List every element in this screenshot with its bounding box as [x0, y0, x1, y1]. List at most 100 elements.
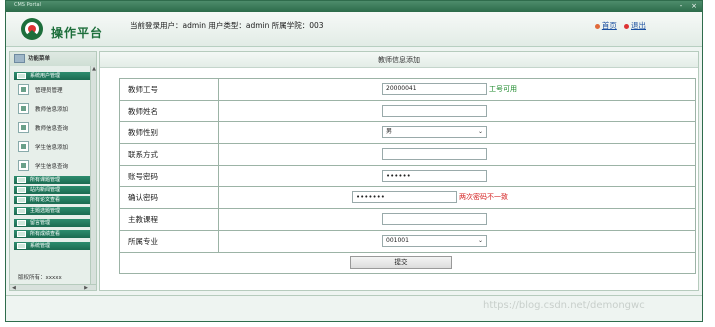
logo: 操作平台 — [14, 17, 122, 43]
sidebar-item-teacher-query[interactable]: 教师信息查询 — [18, 121, 92, 135]
sidebar-scrollbar[interactable]: ▲ ▼ — [90, 66, 96, 290]
contact-input[interactable] — [382, 148, 487, 161]
group-label: 系统用户管理 — [30, 73, 61, 79]
teacher-name-input[interactable] — [382, 104, 487, 117]
group-label: 所有成绩查看 — [30, 231, 61, 237]
sidebar-title: 功能菜单 — [28, 56, 51, 62]
item-label: 管理员管理 — [35, 88, 63, 94]
field-label: 所属专业 — [119, 229, 219, 253]
group-label: 主题选题管理 — [30, 208, 61, 214]
scroll-left-icon[interactable]: ◀ — [12, 285, 16, 291]
gender-select[interactable]: 男 ⌄ — [382, 126, 487, 139]
sidebar-item-student-add[interactable]: 学生信息添加 — [18, 140, 92, 154]
submit-button[interactable]: 提交 — [350, 255, 452, 269]
scroll-up-icon[interactable]: ▲ — [91, 66, 97, 72]
window-title: CMS Portal — [14, 2, 41, 8]
teacher-id-input[interactable]: 20000041 — [382, 83, 487, 95]
sidebar-h-scrollbar[interactable]: ◀ ▶ — [10, 284, 96, 291]
form-row-submit: 提交 — [119, 251, 696, 274]
top-links: 首页 退出 — [594, 20, 646, 31]
menu-icon — [14, 54, 25, 63]
login-info: 当前登录用户：admin 用户类型：admin 所属学院：003 — [130, 21, 324, 30]
folder-icon — [17, 73, 26, 79]
folder-icon — [17, 231, 26, 237]
sidebar-group-topics[interactable]: 所有课题管理 — [14, 176, 92, 184]
sidebar-item-student-query[interactable]: 学生信息查询 — [18, 159, 92, 173]
user-icon — [18, 122, 29, 133]
group-label: 站内新闻管理 — [30, 187, 61, 193]
sidebar-group-messages[interactable]: 留言管理 — [14, 219, 92, 227]
logo-text: 操作平台 — [51, 26, 104, 40]
item-label: 教师信息添加 — [35, 107, 69, 113]
major-value: 001001 — [386, 236, 409, 244]
chevron-down-icon: ⌄ — [477, 128, 483, 136]
form-row-password: 账号密码 •••••• — [119, 164, 696, 188]
form-row-course: 主教课程 — [119, 208, 696, 231]
teacher-id-hint: 工号可用 — [489, 85, 517, 93]
group-label: 所有课题管理 — [30, 177, 61, 183]
teacher-form: 教师工号 20000041 工号可用 教师姓名 教师性别 男 ⌄ 联系方式 账号… — [119, 78, 696, 274]
item-label: 学生信息添加 — [35, 145, 69, 151]
watermark: https://blog.csdn.net/demongwc — [483, 300, 645, 311]
user-icon — [18, 103, 29, 114]
field-label: 确认密码 — [119, 186, 219, 210]
logout-icon — [624, 23, 629, 29]
group-label: 留言管理 — [30, 220, 51, 226]
sidebar-group-users[interactable]: 系统用户管理 — [14, 72, 92, 80]
major-select[interactable]: 001001 ⌄ — [382, 234, 487, 247]
field-label: 教师性别 — [119, 121, 219, 145]
field-label: 主教课程 — [119, 208, 219, 231]
logo-icon — [21, 18, 43, 40]
form-row-teacher-name: 教师姓名 — [119, 99, 696, 123]
course-input[interactable] — [382, 213, 487, 226]
form-row-gender: 教师性别 男 ⌄ — [119, 121, 696, 145]
form-row-major: 所属专业 001001 ⌄ — [119, 229, 696, 253]
sidebar-group-news[interactable]: 站内新闻管理 — [14, 186, 92, 194]
user-icon — [18, 160, 29, 171]
form-row-confirm-password: 确认密码 ••••••• 两次密码不一致 — [119, 186, 696, 210]
home-icon — [594, 23, 600, 29]
password-input[interactable]: •••••• — [382, 169, 487, 182]
home-link[interactable]: 首页 — [602, 21, 617, 30]
folder-icon — [17, 187, 26, 193]
gender-value: 男 — [386, 128, 393, 136]
scroll-right-icon[interactable]: ▶ — [84, 285, 88, 291]
form-row-contact: 联系方式 — [119, 143, 696, 166]
user-icon — [18, 141, 29, 152]
item-label: 学生信息查询 — [35, 164, 69, 170]
title-bar: CMS Portal - × — [6, 1, 702, 12]
group-label: 所有论文查看 — [30, 197, 61, 203]
confirm-password-error: 两次密码不一致 — [459, 193, 508, 202]
logout-link[interactable]: 退出 — [631, 21, 646, 30]
chevron-down-icon: ⌄ — [477, 236, 483, 244]
folder-icon — [17, 243, 26, 249]
confirm-password-input[interactable]: ••••••• — [352, 191, 457, 204]
group-label: 系统管理 — [30, 243, 51, 249]
page-title: 教师信息添加 — [100, 52, 698, 68]
minimize-button[interactable]: - — [676, 2, 686, 10]
user-icon — [18, 84, 29, 95]
item-label: 教师信息查询 — [35, 126, 69, 132]
sidebar-item-teacher-add[interactable]: 教师信息添加 — [18, 102, 92, 116]
copyright-text: 版权所有：xxxxx — [18, 275, 62, 281]
main-content: 教师信息添加 教师工号 20000041 工号可用 教师姓名 教师性别 男 ⌄ … — [99, 51, 699, 291]
close-button[interactable]: × — [689, 2, 699, 10]
sidebar: 功能菜单 系统用户管理 管理员管理 教师信息添加 教师信息查询 学生信息添加 学… — [9, 51, 97, 291]
app-window: CMS Portal - × 操作平台 当前登录用户：admin 用户类型：ad… — [5, 0, 703, 322]
folder-icon — [17, 208, 26, 214]
sidebar-group-subjects[interactable]: 主题选题管理 — [14, 207, 92, 215]
sidebar-header: 功能菜单 — [10, 52, 96, 66]
field-label: 教师姓名 — [119, 99, 219, 123]
form-row-teacher-id: 教师工号 20000041 工号可用 — [119, 78, 696, 101]
app-header: 操作平台 当前登录用户：admin 用户类型：admin 所属学院：003 首页… — [6, 12, 702, 47]
sidebar-item-admin[interactable]: 管理员管理 — [18, 83, 92, 97]
folder-icon — [17, 220, 26, 226]
field-label: 联系方式 — [119, 143, 219, 166]
sidebar-group-grades[interactable]: 所有成绩查看 — [14, 230, 92, 238]
sidebar-group-system[interactable]: 系统管理 — [14, 242, 92, 250]
field-label: 教师工号 — [119, 78, 219, 101]
field-label: 账号密码 — [119, 164, 219, 188]
folder-icon — [17, 197, 26, 203]
folder-icon — [17, 177, 26, 183]
sidebar-group-papers[interactable]: 所有论文查看 — [14, 196, 92, 204]
